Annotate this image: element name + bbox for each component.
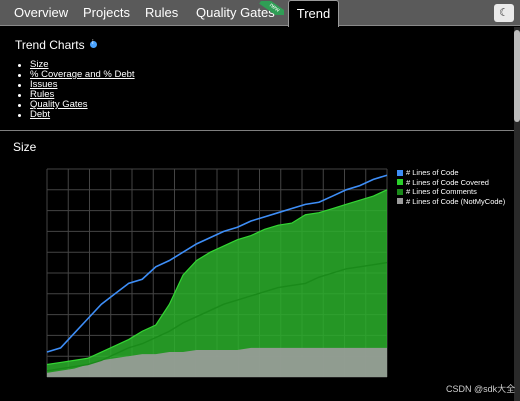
link-debt[interactable]: Debt [30, 109, 50, 120]
legend-label: # Lines of Code Covered [406, 177, 489, 187]
page-title: Trend Charts [15, 38, 85, 52]
legend-label: # Lines of Code (NotMyCode) [406, 196, 506, 206]
legend-label: # Lines of Code [406, 168, 459, 177]
tab-projects[interactable]: Projects [83, 0, 130, 26]
tab-overview[interactable]: Overview [14, 0, 68, 26]
info-icon[interactable] [90, 39, 97, 48]
tab-trend[interactable]: Trend [288, 0, 339, 27]
watermark-text: CSDN @sdk大全 [446, 384, 516, 394]
legend-swatch [397, 198, 403, 204]
legend-item[interactable]: # Lines of Code [397, 168, 505, 178]
legend-item[interactable]: # Lines of Comments [397, 187, 505, 197]
scrollbar-thumb[interactable] [514, 30, 520, 122]
legend-item[interactable]: # Lines of Code (NotMyCode) [397, 197, 505, 207]
chart-legend: # Lines of Code # Lines of Code Covered … [397, 168, 505, 206]
theme-toggle-button[interactable]: ☾ [494, 4, 514, 22]
trend-charts-panel: Trend Charts Size % Coverage and % Debt … [5, 27, 510, 131]
new-ribbon: new [258, 1, 284, 15]
legend-label: # Lines of Comments [406, 187, 477, 196]
legend-swatch [397, 179, 403, 185]
moon-icon: ☾ [499, 7, 509, 19]
tab-bar: Overview Projects Rules Quality Gates ne… [0, 0, 520, 27]
tab-rules[interactable]: Rules [145, 0, 178, 26]
chart-links-list: Size % Coverage and % Debt Issues Rules … [17, 60, 135, 120]
new-badge: new [259, 1, 284, 15]
legend-swatch [397, 169, 403, 176]
legend-swatch [397, 188, 403, 195]
legend-item[interactable]: # Lines of Code Covered [397, 178, 505, 188]
list-item: Debt [17, 110, 135, 120]
section-divider [0, 130, 514, 131]
section-title: Size [13, 140, 37, 154]
